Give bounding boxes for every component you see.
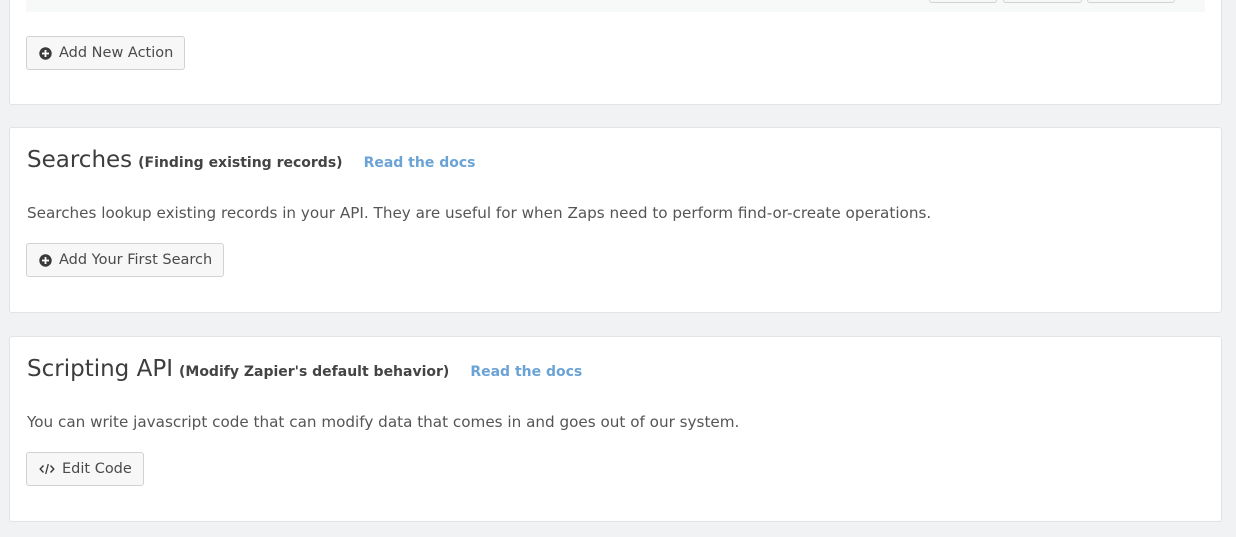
scripting-title: Scripting API <box>27 356 173 382</box>
add-new-action-button[interactable]: Add New Action <box>26 36 186 70</box>
searches-heading: Searches (Finding existing records) Read… <box>27 147 475 173</box>
actions-panel: Add New Action <box>9 0 1222 105</box>
add-first-search-label: Add Your First Search <box>59 252 213 268</box>
action-row-button[interactable] <box>929 0 997 3</box>
add-new-action-label: Add New Action <box>59 45 174 61</box>
edit-code-label: Edit Code <box>62 461 132 477</box>
plus-circle-icon <box>39 253 52 267</box>
add-first-search-button[interactable]: Add Your First Search <box>26 243 225 277</box>
scripting-description: You can write javascript code that can m… <box>27 413 740 431</box>
scripting-api-panel: Scripting API (Modify Zapier's default b… <box>9 336 1222 522</box>
scripting-read-docs-link[interactable]: Read the docs <box>470 364 582 380</box>
searches-read-docs-link[interactable]: Read the docs <box>364 155 476 171</box>
searches-subtitle: (Finding existing records) <box>138 155 343 171</box>
plus-circle-icon <box>39 46 52 60</box>
searches-title: Searches <box>27 147 133 173</box>
action-row-button[interactable] <box>1003 0 1082 3</box>
edit-code-button[interactable]: Edit Code <box>26 452 144 486</box>
action-row-button[interactable] <box>1087 0 1175 3</box>
action-list-row <box>26 0 1205 12</box>
scripting-subtitle: (Modify Zapier's default behavior) <box>178 364 450 380</box>
searches-description: Searches lookup existing records in your… <box>27 204 932 222</box>
scripting-heading: Scripting API (Modify Zapier's default b… <box>27 356 582 382</box>
code-icon <box>39 463 55 475</box>
searches-panel: Searches (Finding existing records) Read… <box>9 127 1222 313</box>
